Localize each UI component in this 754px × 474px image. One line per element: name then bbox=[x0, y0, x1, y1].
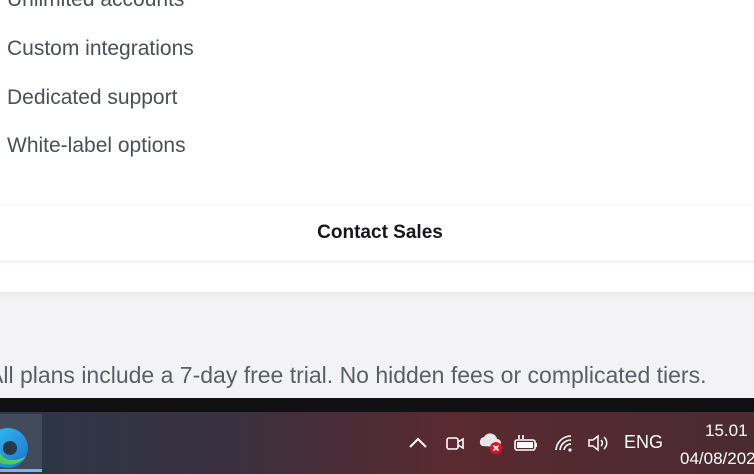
feature-item: White-label options bbox=[7, 134, 186, 157]
browser-bottom-edge bbox=[0, 398, 754, 412]
language-indicator[interactable]: ENG bbox=[624, 432, 663, 453]
taskbar-app-edge[interactable] bbox=[0, 414, 42, 472]
taskbar: ENG 15.01 04/08/2025 bbox=[0, 412, 754, 474]
feature-item: Custom integrations bbox=[7, 37, 194, 60]
contact-sales-label: Contact Sales bbox=[317, 222, 443, 243]
clock-date[interactable]: 04/08/2025 bbox=[680, 449, 754, 469]
volume-icon[interactable] bbox=[585, 412, 611, 474]
feature-item: Dedicated support bbox=[7, 86, 178, 109]
edge-icon bbox=[0, 428, 28, 468]
wifi-icon[interactable] bbox=[552, 412, 576, 474]
camera-icon[interactable] bbox=[443, 412, 467, 474]
contact-sales-button[interactable]: Contact Sales bbox=[0, 206, 754, 260]
cloud-error-icon[interactable] bbox=[476, 412, 504, 474]
browser-viewport: Unlimited accounts Custom integrations D… bbox=[0, 0, 754, 398]
battery-icon[interactable] bbox=[512, 412, 540, 474]
clock-time[interactable]: 15.01 bbox=[705, 421, 748, 441]
feature-item: Unlimited accounts bbox=[7, 0, 184, 12]
chevron-up-icon[interactable] bbox=[406, 412, 430, 474]
trial-footnote: All plans include a 7-day free trial. No… bbox=[0, 362, 707, 388]
